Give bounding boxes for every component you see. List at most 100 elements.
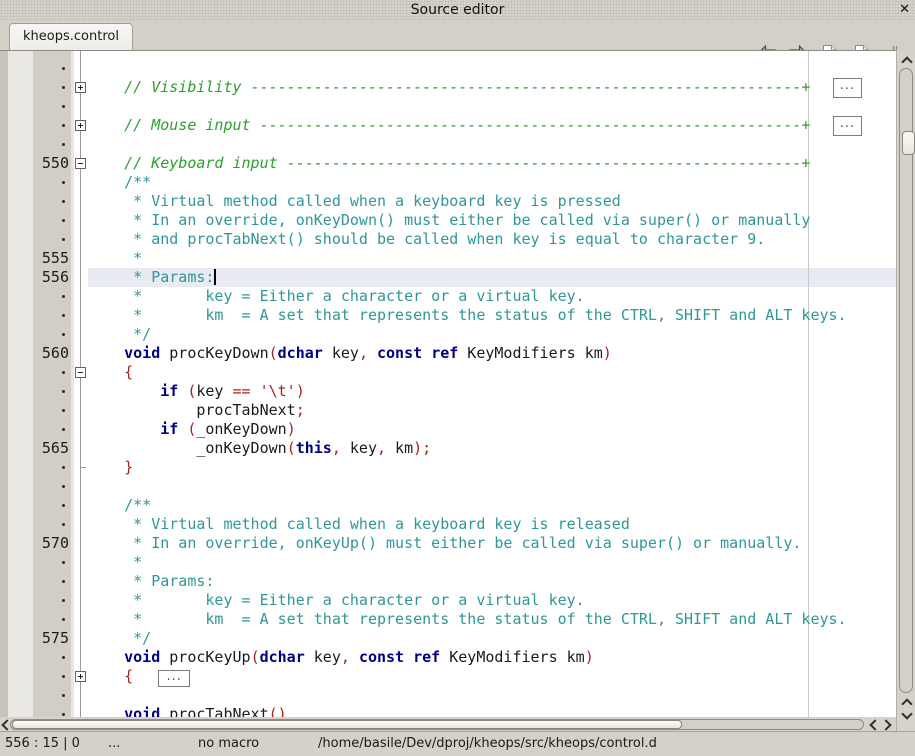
- scroll-up-icon[interactable]: [902, 56, 910, 64]
- code-line[interactable]: /**: [88, 496, 896, 515]
- code-area[interactable]: // Visibility --------------------------…: [88, 51, 896, 717]
- horizontal-scroll-thumb[interactable]: [12, 720, 682, 729]
- line-marker: [33, 363, 71, 382]
- fold-collapse-icon[interactable]: [75, 158, 86, 169]
- code-line[interactable]: * In an override, onKeyDown() must eithe…: [88, 211, 896, 230]
- collapsed-fold-ellipsis[interactable]: ...: [833, 78, 862, 98]
- code-line[interactable]: * key = Either a character or a virtual …: [88, 591, 896, 610]
- code-line[interactable]: }: [88, 458, 896, 477]
- code-line[interactable]: * Virtual method called when a keyboard …: [88, 515, 896, 534]
- scroll-left-icon[interactable]: [1, 720, 9, 728]
- line-marker: [33, 401, 71, 420]
- line-marker: [33, 667, 71, 686]
- code-line[interactable]: * Virtual method called when a keyboard …: [88, 192, 896, 211]
- line-marker: [33, 116, 71, 135]
- close-icon[interactable]: ✕: [899, 2, 910, 18]
- line-dot: [62, 561, 65, 564]
- code-line[interactable]: // Visibility --------------------------…: [88, 78, 896, 97]
- editor-left-edge: [0, 51, 8, 717]
- scroll-left-icon-right[interactable]: [869, 720, 877, 728]
- fold-cell: [74, 344, 88, 363]
- line-dot: [62, 371, 65, 374]
- code-line[interactable]: [88, 59, 896, 78]
- code-line[interactable]: */: [88, 325, 896, 344]
- fold-cell: [74, 420, 88, 439]
- fold-cell: [74, 686, 88, 705]
- line-dot: [62, 485, 65, 488]
- line-dot: [62, 618, 65, 621]
- caret-position: 556 : 15 | 0: [5, 732, 80, 756]
- code-line[interactable]: * and procTabNext() should be called whe…: [88, 230, 896, 249]
- fold-cell: [74, 211, 88, 230]
- macro-status: no macro: [198, 732, 259, 756]
- line-marker: [33, 306, 71, 325]
- line-number: 570: [33, 534, 71, 553]
- fold-cell: [74, 439, 88, 458]
- horizontal-scrollbar[interactable]: [0, 717, 896, 731]
- collapsed-fold-ellipsis[interactable]: ...: [158, 670, 190, 687]
- fold-cell: [74, 268, 88, 287]
- fold-expand-icon[interactable]: [75, 120, 86, 131]
- line-number: 556: [33, 268, 71, 287]
- code-line[interactable]: void procKeyUp(dchar key, const ref KeyM…: [88, 648, 896, 667]
- fold-cell: [74, 534, 88, 553]
- code-line[interactable]: [88, 135, 896, 154]
- code-line[interactable]: {: [88, 363, 896, 382]
- scroll-right-icon[interactable]: [882, 720, 890, 728]
- dock-header[interactable]: Source editor ✕: [0, 0, 915, 20]
- line-dot: [62, 86, 65, 89]
- code-line[interactable]: // Mouse input -------------------------…: [88, 116, 896, 135]
- line-marker: [33, 572, 71, 591]
- vertical-scrollbar[interactable]: [896, 50, 915, 731]
- line-marker: [33, 648, 71, 667]
- fold-cell: [74, 287, 88, 306]
- code-line[interactable]: * km = A set that represents the status …: [88, 306, 896, 325]
- fold-cell: [74, 591, 88, 610]
- tab-bar: kheops.control: [0, 20, 915, 50]
- code-line[interactable]: * Params:: [88, 572, 896, 591]
- line-marker: [33, 515, 71, 534]
- line-number-gutter: 550555556560565570575: [33, 51, 71, 717]
- code-line[interactable]: [88, 686, 896, 705]
- scroll-up-icon-bottom[interactable]: [902, 698, 910, 706]
- code-line[interactable]: [88, 477, 896, 496]
- scroll-down-icon[interactable]: [902, 710, 910, 718]
- fold-collapse-icon[interactable]: [75, 367, 86, 378]
- line-marker: [33, 135, 71, 154]
- line-dot: [62, 200, 65, 203]
- code-line[interactable]: * key = Either a character or a virtual …: [88, 287, 896, 306]
- code-line[interactable]: {...: [88, 667, 896, 686]
- code-line[interactable]: _onKeyDown(this, key, km);: [88, 439, 896, 458]
- current-code-line[interactable]: * Params:: [88, 268, 896, 287]
- code-line[interactable]: *: [88, 249, 896, 268]
- tab-kheops-control[interactable]: kheops.control: [9, 23, 133, 50]
- code-line[interactable]: // Keyboard input ----------------------…: [88, 154, 896, 173]
- horizontal-scroll-track[interactable]: [10, 719, 864, 730]
- status-ellipsis: ...: [108, 732, 120, 756]
- code-line[interactable]: if (_onKeyDown): [88, 420, 896, 439]
- code-line[interactable]: void procTabNext(): [88, 705, 896, 717]
- code-line[interactable]: *: [88, 553, 896, 572]
- line-marker: [33, 230, 71, 249]
- line-number: 565: [33, 439, 71, 458]
- code-line[interactable]: * In an override, onKeyUp() must either …: [88, 534, 896, 553]
- fold-cell: [74, 629, 88, 648]
- fold-expand-icon[interactable]: [75, 82, 86, 93]
- line-marker: [33, 420, 71, 439]
- fold-cell: [74, 382, 88, 401]
- code-line[interactable]: procTabNext;: [88, 401, 896, 420]
- line-marker: [33, 477, 71, 496]
- code-line[interactable]: if (key == '\t'): [88, 382, 896, 401]
- code-line[interactable]: [88, 97, 896, 116]
- collapsed-fold-ellipsis[interactable]: ...: [833, 116, 862, 136]
- line-dot: [62, 466, 65, 469]
- code-editor[interactable]: 550555556560565570575 // Visibility ----…: [0, 50, 915, 717]
- vertical-scroll-track[interactable]: [899, 68, 913, 693]
- fold-cell: [74, 515, 88, 534]
- fold-expand-icon[interactable]: [75, 671, 86, 682]
- vertical-scroll-thumb[interactable]: [902, 131, 915, 155]
- code-line[interactable]: * km = A set that represents the status …: [88, 610, 896, 629]
- code-line[interactable]: */: [88, 629, 896, 648]
- code-line[interactable]: void procKeyDown(dchar key, const ref Ke…: [88, 344, 896, 363]
- code-line[interactable]: /**: [88, 173, 896, 192]
